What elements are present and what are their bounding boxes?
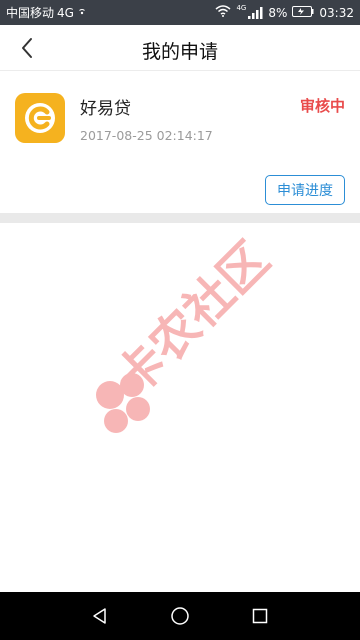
status-left: 中国移动 4G (6, 4, 87, 21)
signal-bars-icon (248, 6, 263, 19)
page-title: 我的申请 (141, 41, 218, 63)
watermark: 卡农社区 (96, 231, 280, 433)
clock: 03:32 (319, 5, 354, 20)
section-divider (0, 213, 360, 223)
watermark-logo-icon (96, 373, 150, 433)
system-nav-bar (0, 592, 360, 640)
wifi-icon (215, 5, 231, 20)
nav-home-button[interactable] (160, 596, 200, 636)
circle-home-icon (171, 607, 189, 625)
carrier-name: 中国移动 (6, 6, 55, 20)
cell-signal: 4G (236, 3, 263, 19)
battery-icon (292, 5, 314, 20)
app-name: 好易贷 (80, 99, 131, 119)
loan-app-logo-icon (15, 93, 65, 143)
watermark-text: 卡农社区 (105, 231, 280, 406)
nav-back-button[interactable] (80, 596, 120, 636)
square-recents-icon (252, 608, 268, 624)
application-progress-button[interactable]: 申请进度 (265, 175, 345, 205)
application-card[interactable]: 好易贷 2017-08-25 02:14:17 审核中 申请进度 (0, 72, 360, 213)
triangle-back-icon (93, 608, 106, 624)
signal-network-label: 4G (236, 3, 247, 12)
battery-percent: 8% (268, 5, 288, 20)
nav-recents-button[interactable] (240, 596, 280, 636)
status-badge: 审核中 (299, 97, 345, 115)
hotspot-icon (77, 6, 87, 20)
network-type: 4G (57, 5, 74, 20)
application-date: 2017-08-25 02:14:17 (80, 128, 213, 143)
status-bar: 中国移动 4G 4G 8% 03:32 (0, 0, 360, 25)
status-right: 4G 8% 03:32 (215, 3, 354, 20)
title-bar: 我的申请 (0, 25, 360, 71)
